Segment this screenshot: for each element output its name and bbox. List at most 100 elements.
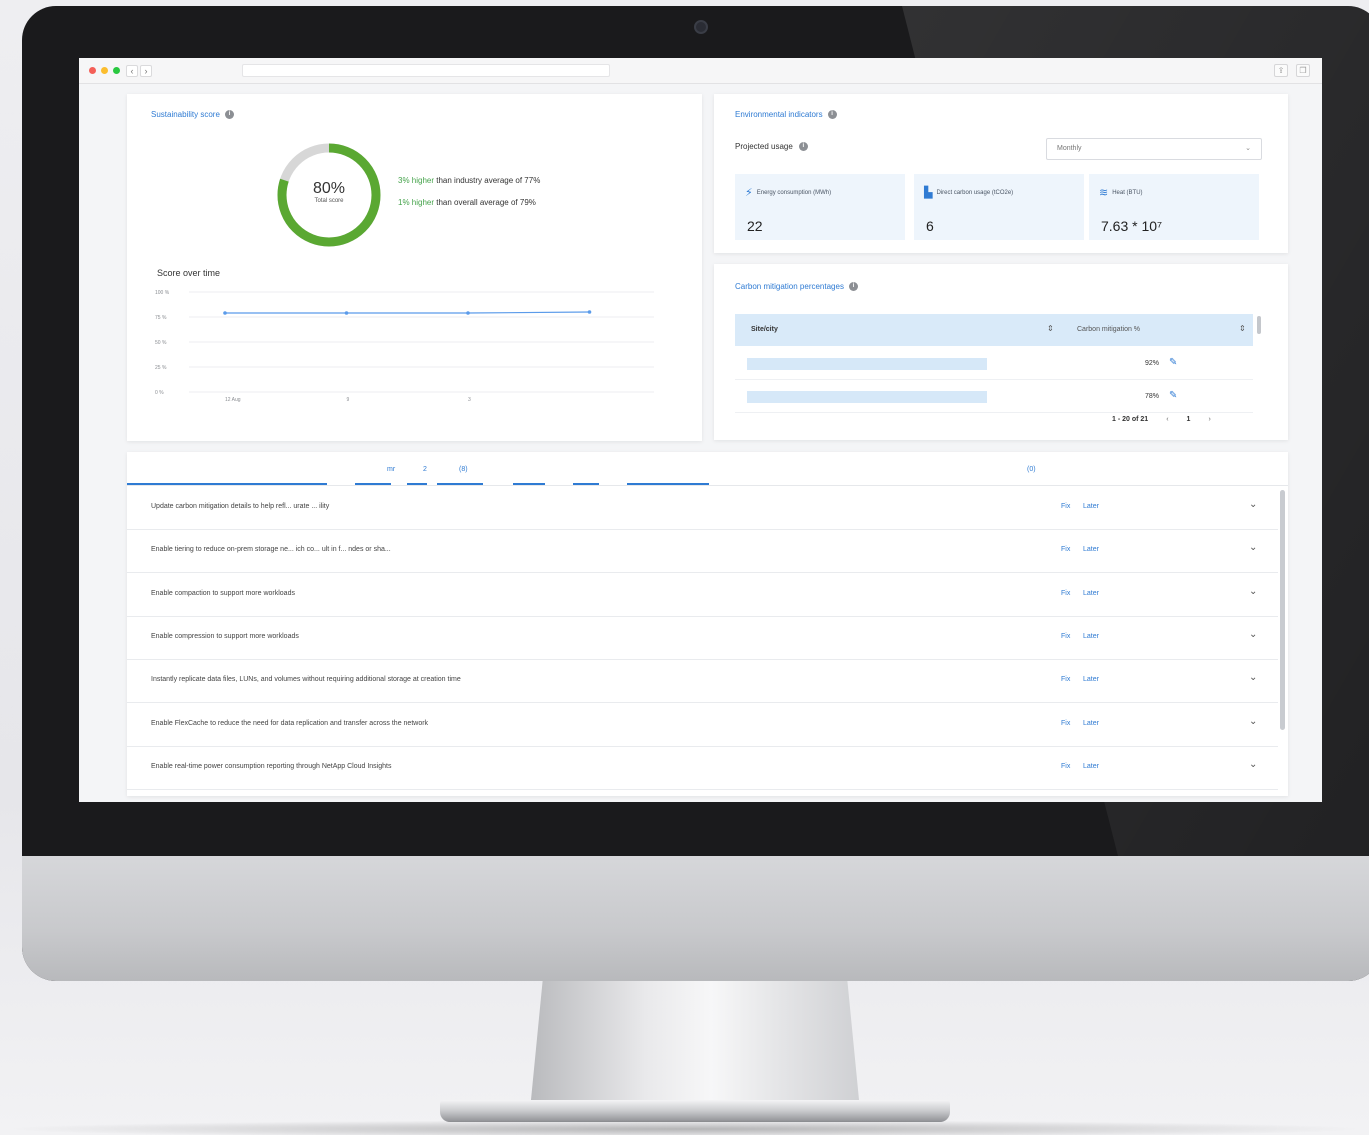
period-select-value: Monthly [1057, 145, 1082, 152]
table-pagination: 1 - 20 of 21 ‹ 1 › [1112, 416, 1211, 423]
period-select[interactable]: Monthly ⌄ [1046, 138, 1262, 160]
maximize-window-icon[interactable] [113, 67, 120, 74]
monitor-stand-shadow [0, 1120, 1369, 1135]
projected-usage-label: Projected usage [735, 142, 793, 151]
later-button[interactable]: Later [1083, 676, 1099, 683]
score-point[interactable] [466, 311, 470, 315]
edit-icon[interactable]: ✎ [1169, 390, 1177, 401]
later-button[interactable]: Later [1083, 763, 1099, 770]
forward-icon[interactable]: › [140, 64, 152, 77]
recommendation-row[interactable]: Enable compression to support more workl… [127, 617, 1278, 660]
tab-indicator [127, 483, 327, 485]
recommendations-scrollbar[interactable] [1280, 490, 1285, 730]
overall-comparison: 1% higher than overall average of 79% [398, 198, 536, 207]
industry-comparison-highlight: 3% higher [398, 176, 435, 185]
score-point[interactable] [223, 311, 227, 315]
y-tick-label: 0 % [155, 390, 164, 396]
camera-icon [694, 20, 708, 34]
chevron-down-icon[interactable]: ⌄ [1249, 499, 1257, 510]
score-point[interactable] [344, 311, 349, 315]
direct-carbon-value: 6 [926, 218, 934, 234]
tab-3[interactable]: (8) [459, 466, 468, 473]
recommendation-text: Enable real-time power consumption repor… [151, 762, 392, 770]
monitor-chin [22, 856, 1369, 981]
column-carbon-mitigation[interactable]: Carbon mitigation % [1077, 326, 1140, 333]
recommendation-text: Enable compression to support more workl… [151, 632, 299, 640]
next-page-icon[interactable]: › [1208, 416, 1210, 423]
later-button[interactable]: Later [1083, 720, 1099, 727]
energy-consumption-value: 22 [747, 218, 763, 234]
current-page[interactable]: 1 [1187, 416, 1191, 423]
recommendation-tabs: mr 2 (8) (0) [127, 452, 1288, 486]
later-button[interactable]: Later [1083, 503, 1099, 510]
address-bar[interactable] [242, 64, 610, 77]
heat-label: Heat (BTU) [1112, 189, 1143, 196]
chevron-down-icon[interactable]: ⌄ [1249, 759, 1257, 770]
mitigation-value: 78% [1145, 393, 1160, 400]
sort-icon[interactable]: ⇕ [1047, 324, 1054, 333]
info-icon[interactable]: i [224, 110, 234, 119]
recommendation-row[interactable]: Enable compaction to support more worklo… [127, 574, 1278, 617]
info-icon[interactable]: i [827, 110, 837, 119]
recommendation-row[interactable]: Enable FlexCache to reduce the need for … [127, 704, 1278, 747]
minimize-window-icon[interactable] [101, 67, 108, 74]
fix-button[interactable]: Fix [1061, 676, 1070, 683]
later-button[interactable]: Later [1083, 590, 1099, 597]
fix-button[interactable]: Fix [1061, 546, 1070, 553]
chevron-down-icon[interactable]: ⌄ [1249, 542, 1257, 553]
fix-button[interactable]: Fix [1061, 720, 1070, 727]
x-tick-label: 9 [347, 397, 350, 403]
environmental-indicators-title-text: Environmental indicators [735, 110, 823, 119]
environmental-indicators-card: Environmental indicators i Projected usa… [714, 94, 1288, 253]
column-site-city[interactable]: Site/city [751, 326, 778, 333]
heat-value: 7.63 * 10⁷ [1101, 218, 1163, 234]
share-icon[interactable]: ⇪ [1274, 64, 1288, 77]
browser-toolbar: ‹ › ⇪ ❐ [79, 58, 1322, 84]
recommendation-row[interactable]: Update carbon mitigation details to help… [127, 487, 1278, 530]
later-button[interactable]: Later [1083, 633, 1099, 640]
table-scrollbar[interactable] [1257, 316, 1261, 334]
tab-2[interactable]: 2 [423, 466, 427, 473]
fix-button[interactable]: Fix [1061, 590, 1070, 597]
info-icon[interactable]: i [848, 282, 858, 291]
chevron-down-icon[interactable]: ⌄ [1249, 716, 1257, 727]
monitor-stand-neck [530, 975, 860, 1110]
chevron-down-icon[interactable]: ⌄ [1249, 672, 1257, 683]
recommendation-row[interactable]: Enable tiering to reduce on-prem storage… [127, 530, 1278, 574]
tabs-icon[interactable]: ❐ [1296, 64, 1310, 77]
industry-comparison-text: than industry average of 77% [434, 176, 541, 185]
y-tick-label: 50 % [155, 340, 167, 346]
mitigation-value: 92% [1145, 360, 1160, 367]
back-icon[interactable]: ‹ [126, 64, 138, 77]
later-button[interactable]: Later [1083, 546, 1099, 553]
overall-comparison-text: than overall average of 79% [434, 198, 536, 207]
x-tick-label: 12 Aug [225, 397, 241, 403]
tab-4[interactable]: (0) [1027, 466, 1036, 473]
tab-1[interactable]: mr [387, 466, 395, 473]
fix-button[interactable]: Fix [1061, 633, 1070, 640]
factory-icon: ▙ [924, 187, 933, 199]
recommendation-row[interactable]: Instantly replicate data files, LUNs, an… [127, 660, 1278, 704]
carbon-table-header: Site/city ⇕ Carbon mitigation % ⇕ [735, 314, 1253, 346]
y-tick-label: 25 % [155, 365, 167, 371]
overall-comparison-highlight: 1% higher [398, 198, 435, 207]
prev-page-icon[interactable]: ‹ [1166, 416, 1168, 423]
recommendation-row[interactable]: Enable real-time power consumption repor… [127, 747, 1278, 790]
tab-indicator [513, 483, 545, 485]
energy-consumption-label: Energy consumption (MWh) [756, 189, 832, 196]
fix-button[interactable]: Fix [1061, 503, 1070, 510]
fix-button[interactable]: Fix [1061, 763, 1070, 770]
chevron-down-icon[interactable]: ⌄ [1249, 586, 1257, 597]
recommendation-text: Update carbon mitigation details to help… [151, 503, 330, 510]
x-tick-label: 3 [468, 397, 471, 403]
score-point[interactable] [587, 310, 592, 314]
sustainability-score-title-text: Sustainability score [151, 110, 220, 119]
site-cell [747, 358, 987, 370]
info-icon[interactable]: i [798, 142, 808, 151]
chevron-down-icon[interactable]: ⌄ [1249, 629, 1257, 640]
close-window-icon[interactable] [89, 67, 96, 74]
environmental-indicators-title: Environmental indicators i [735, 110, 837, 119]
tab-indicator [407, 483, 427, 485]
edit-icon[interactable]: ✎ [1169, 357, 1177, 368]
sort-icon[interactable]: ⇕ [1239, 324, 1246, 333]
